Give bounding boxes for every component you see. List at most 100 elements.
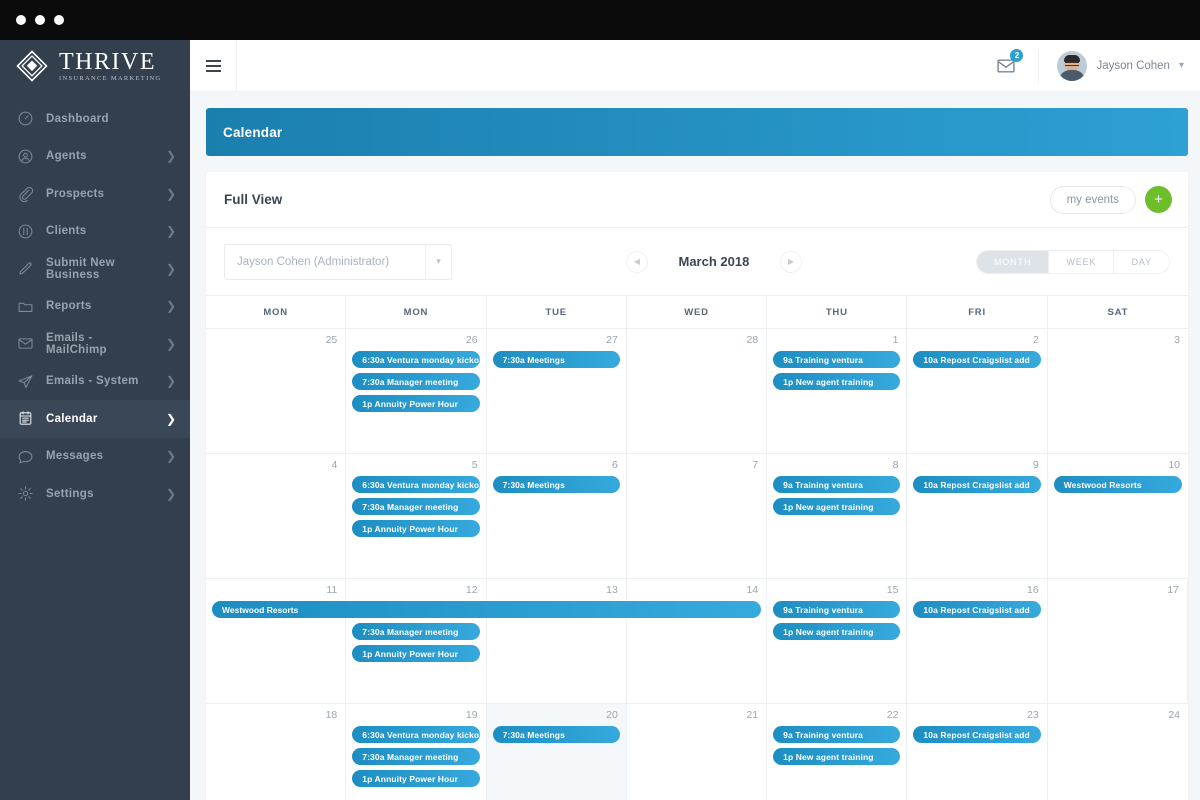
sidebar-item-agents[interactable]: Agents ❯: [0, 138, 190, 176]
calendar-day-cell[interactable]: 6 7:30a Meetings: [486, 454, 627, 579]
calendar-event[interactable]: 7:30a Manager meeting: [352, 373, 480, 390]
view-month-button[interactable]: MONTH: [976, 250, 1050, 273]
calendar-event[interactable]: 9a Training ventura: [773, 351, 901, 368]
calendar-event[interactable]: 7:30a Manager meeting: [352, 748, 480, 765]
sidebar-item-prospects[interactable]: Prospects ❯: [0, 175, 190, 213]
calendar-event[interactable]: 6:30a Ventura monday kickoff: [352, 726, 480, 743]
calendar-event[interactable]: 7:30a Meetings: [492, 476, 620, 493]
calendar-event[interactable]: 7:30a Manager meeting: [352, 623, 480, 640]
calendar-day-cell[interactable]: 15 9a Training ventura 1p New agent traini…: [767, 579, 908, 704]
calendar-event[interactable]: 10a Repost Craigslist add: [913, 351, 1041, 368]
calendar-event[interactable]: 9a Training ventura: [773, 601, 901, 618]
day-number: 9: [1032, 459, 1039, 471]
sidebar-item-dashboard[interactable]: Dashboard: [0, 100, 190, 138]
calendar-event[interactable]: 10a Repost Craigslist add: [913, 726, 1041, 743]
calendar-event[interactable]: 10a Repost Craigslist add: [913, 601, 1041, 618]
calendar-day-cell[interactable]: 137:30a Meetings: [486, 579, 627, 704]
calendar-day-cell[interactable]: 28: [626, 329, 768, 454]
day-number: 23: [1027, 709, 1039, 721]
event-list: 7:30a Meetings: [492, 351, 620, 368]
weekday-header: MON: [346, 296, 487, 329]
calendar-event[interactable]: 9a Training ventura: [773, 726, 901, 743]
calendar-day-cell[interactable]: 25: [206, 329, 347, 454]
page-banner: Calendar: [206, 108, 1188, 156]
calendar-event[interactable]: 1p New agent training: [773, 498, 901, 515]
calendar-day-cell[interactable]: 2 10a Repost Craigslist add: [907, 329, 1048, 454]
window-minimize-dot[interactable]: [35, 15, 45, 25]
view-week-button[interactable]: WEEK: [1049, 250, 1115, 273]
calendar-day-cell[interactable]: 26 6:30a Ventura monday kickoff 7:30a Mana…: [346, 329, 487, 454]
calendar-day-cell-today[interactable]: 20 7:30a Meetings: [486, 704, 627, 800]
sidebar-item-calendar[interactable]: Calendar ❯: [0, 400, 190, 438]
calendar-event[interactable]: 10a Repost Craigslist add: [913, 476, 1041, 493]
sidebar-nav: Dashboard Agents ❯ Prospects ❯ Clients ❯ Submit…: [0, 100, 190, 513]
sidebar-item-submit-new-business[interactable]: Submit New Business ❯: [0, 250, 190, 288]
calendar-body: 25 26 6:30a Ventura monday kickoff 7:30a Ma…: [206, 329, 1188, 800]
calendar-event[interactable]: 9a Training ventura: [773, 476, 901, 493]
calendar-event[interactable]: 7:30a Manager meeting: [352, 498, 480, 515]
next-month-button[interactable]: ▶: [779, 250, 802, 273]
view-day-button[interactable]: DAY: [1114, 250, 1169, 273]
calendar-event[interactable]: 7:30a Meetings: [492, 726, 620, 743]
calendar-day-cell[interactable]: 23 10a Repost Craigslist add: [907, 704, 1048, 800]
sidebar-item-label: Reports: [46, 300, 92, 313]
calendar-event[interactable]: Westwood Resorts: [1053, 476, 1182, 493]
calendar-event[interactable]: 1p Annuity Power Hour: [352, 645, 480, 662]
calendar-event[interactable]: 1p New agent training: [773, 748, 901, 765]
calendar-event[interactable]: 1p New agent training: [773, 623, 901, 640]
calendar-event[interactable]: 1p Annuity Power Hour: [352, 770, 480, 787]
calendar-day-cell[interactable]: 27 7:30a Meetings: [486, 329, 627, 454]
calendar-day-cell[interactable]: 10 Westwood Resorts: [1047, 454, 1188, 579]
my-events-button[interactable]: my events: [1049, 185, 1136, 214]
calendar-event[interactable]: 6:30a Ventura monday kickoff: [352, 476, 480, 493]
calendar-day-cell[interactable]: 17: [1047, 579, 1188, 704]
calendar-event[interactable]: 1p Annuity Power Hour: [352, 520, 480, 537]
calendar-day-cell[interactable]: 11: [206, 579, 347, 704]
card-title: Full View: [224, 192, 283, 207]
chevron-right-icon: ❯: [165, 186, 176, 201]
calendar-day-cell[interactable]: 24: [1048, 704, 1188, 800]
day-number: 1: [892, 334, 899, 346]
user-name: Jayson Cohen: [1096, 59, 1170, 72]
brand-logo[interactable]: THRIVE INSURANCE MARKETING: [0, 40, 190, 92]
hamburger-icon[interactable]: [190, 64, 236, 67]
sidebar-item-emails-mailchimp[interactable]: Emails - MailChimp ❯: [0, 325, 190, 363]
chevron-right-icon: ❯: [165, 374, 176, 389]
user-filter-select[interactable]: Jayson Cohen (Administrator) ▾: [224, 243, 452, 280]
calendar-day-cell[interactable]: 16 10a Repost Craigslist add: [907, 579, 1048, 704]
calendar-day-cell[interactable]: 7: [626, 454, 768, 579]
event-list: 10a Repost Craigslist add: [913, 351, 1041, 368]
calendar-event[interactable]: 6:30a Ventura monday kickoff: [352, 351, 480, 368]
calendar-day-cell[interactable]: 3: [1047, 329, 1188, 454]
sidebar-item-messages[interactable]: Messages ❯: [0, 438, 190, 476]
folder-icon: [16, 297, 34, 315]
sidebar-item-emails-system[interactable]: Emails - System ❯: [0, 363, 190, 401]
calendar-day-cell[interactable]: 14: [626, 579, 768, 704]
chevron-right-icon: ❯: [165, 224, 176, 239]
calendar-event[interactable]: 7:30a Meetings: [492, 351, 620, 368]
calendar-day-cell[interactable]: 19 6:30a Ventura monday kickoff 7:30a Mana…: [346, 704, 487, 800]
weekday-header: THU: [767, 296, 908, 329]
calendar-day-cell[interactable]: 18: [206, 704, 347, 800]
calendar-day-cell[interactable]: 21: [627, 704, 768, 800]
sidebar-item-reports[interactable]: Reports ❯: [0, 288, 190, 326]
sidebar-item-clients[interactable]: Clients ❯: [0, 213, 190, 251]
prev-month-button[interactable]: ◀: [625, 250, 648, 273]
calendar-day-cell[interactable]: 22 9a Training ventura 1p New agent traini…: [767, 704, 908, 800]
calendar-day-cell[interactable]: 9 10a Repost Craigslist add: [907, 454, 1048, 579]
calendar-day-cell[interactable]: 126:30a Ventura monday kickoff7:30a Mana…: [346, 579, 487, 704]
window-close-dot[interactable]: [16, 15, 26, 25]
calendar-day-cell[interactable]: 4: [206, 454, 347, 579]
calendar-event[interactable]: 1p New agent training: [773, 373, 901, 390]
month-navigator: ◀ March 2018 ▶: [625, 250, 802, 273]
messages-button[interactable]: 2: [974, 48, 1038, 76]
sidebar-item-settings[interactable]: Settings ❯: [0, 475, 190, 513]
calendar-day-cell[interactable]: 1 9a Training ventura 1p New agent trainin…: [767, 329, 908, 454]
calendar-multiday-event[interactable]: Westwood Resorts: [212, 601, 762, 618]
user-menu[interactable]: Jayson Cohen ▾: [1038, 48, 1200, 83]
window-maximize-dot[interactable]: [54, 15, 64, 25]
calendar-day-cell[interactable]: 8 9a Training ventura 1p New agent trainin…: [767, 454, 908, 579]
calendar-event[interactable]: 1p Annuity Power Hour: [352, 395, 480, 412]
calendar-day-cell[interactable]: 5 6:30a Ventura monday kickoff 7:30a Manag…: [346, 454, 487, 579]
add-event-button[interactable]: +: [1145, 186, 1172, 213]
